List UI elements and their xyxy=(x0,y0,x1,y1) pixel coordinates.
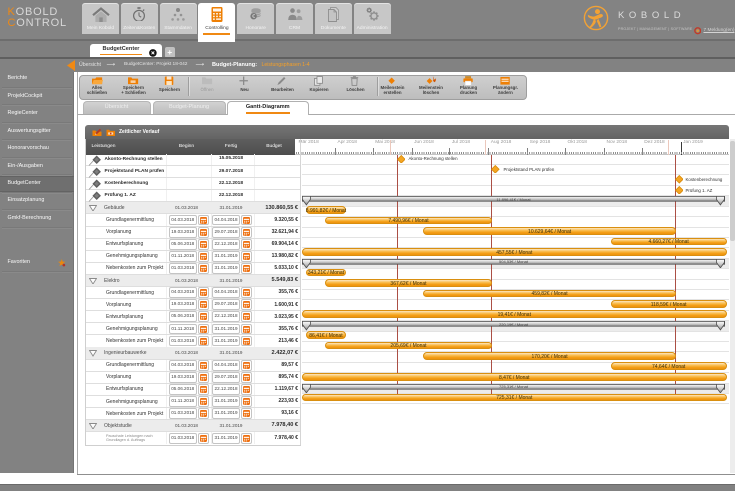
svg-text:€: € xyxy=(252,14,255,20)
